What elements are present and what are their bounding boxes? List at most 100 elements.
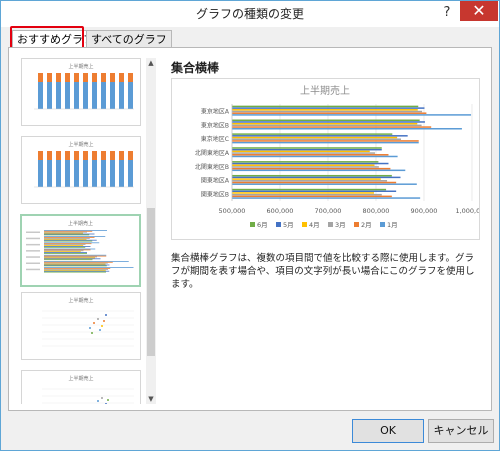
- legend-swatch: [354, 222, 359, 227]
- bar: [232, 164, 375, 166]
- bar: [232, 178, 381, 180]
- thumb-bar: [44, 254, 107, 256]
- thumb-bar-bottom: [83, 160, 88, 187]
- thumb-bar-top: [38, 73, 43, 82]
- thumb-bar-bottom: [65, 160, 70, 187]
- thumb-bar: [44, 261, 113, 263]
- chart-thumbnail-scatter-2[interactable]: 上半期売上: [21, 370, 141, 404]
- bar: [232, 154, 389, 156]
- thumb-bar-bottom: [38, 82, 43, 109]
- thumb-bar: [44, 239, 97, 241]
- thumb-bar-top: [74, 151, 79, 160]
- chart-thumbnail-stacked-column[interactable]: 上半期売上: [21, 58, 141, 126]
- thumb-bar: [44, 269, 106, 271]
- category-label: 東京地区A: [201, 107, 230, 115]
- bar: [232, 119, 420, 122]
- bar: [232, 180, 388, 182]
- thumb-point: [97, 400, 99, 402]
- cancel-button[interactable]: キャンセル: [428, 419, 494, 443]
- thumb-point: [91, 332, 93, 334]
- thumb-point: [99, 329, 101, 331]
- bar: [232, 176, 401, 179]
- bar: [232, 128, 462, 130]
- bar: [232, 110, 423, 113]
- thumb-bar: [44, 265, 107, 267]
- bar: [232, 126, 432, 128]
- thumb-bar-bottom: [110, 160, 115, 187]
- bar: [232, 112, 427, 114]
- thumb-bar-top: [47, 151, 52, 160]
- chart-type-description: 集合横棒グラフは、複数の項目間で値を比較する際に使用します。グラフが期間を表す場…: [171, 253, 475, 290]
- bar: [232, 195, 392, 198]
- category-label: 東京地区B: [201, 121, 229, 129]
- chart-type-name: 集合横棒: [171, 61, 220, 75]
- ok-button[interactable]: OK: [352, 419, 424, 443]
- legend-label: 6月: [257, 221, 268, 229]
- thumb-bar: [44, 238, 87, 240]
- thumb-bar-bottom: [92, 82, 97, 109]
- thumb-bar: [44, 232, 83, 234]
- thumb-bar-top: [110, 151, 115, 160]
- thumb-bar: [44, 253, 87, 254]
- thumb-bar: [44, 261, 129, 262]
- bar: [232, 150, 370, 153]
- help-icon[interactable]: ?: [437, 2, 457, 24]
- bar: [232, 166, 379, 168]
- legend-swatch: [250, 222, 255, 227]
- thumb-bar: [44, 245, 84, 246]
- thumb-bar-bottom: [38, 160, 43, 187]
- thumb-bar: [44, 231, 87, 233]
- thumb-bar: [44, 258, 101, 260]
- bar: [232, 121, 425, 123]
- bar: [232, 114, 472, 116]
- thumb-bar: [44, 246, 86, 248]
- clustered-bar-chart: 上半期売上 500,000 600,000 700,000 800,000 900,000…: [195, 84, 489, 229]
- thumb-bar: [44, 246, 91, 247]
- bar: [232, 152, 376, 154]
- thumb-point: [93, 322, 95, 324]
- chart-thumbnail-clustered-bar[interactable]: 上半期売上: [20, 214, 141, 287]
- thumb-bar: [44, 233, 95, 235]
- bar: [232, 147, 382, 149]
- bar: [232, 162, 389, 165]
- close-button[interactable]: ✕: [460, 1, 498, 21]
- thumb-point: [103, 320, 105, 322]
- thumb-bar: [44, 250, 84, 252]
- thumbnail-scrollbar[interactable]: ▲ ▼: [146, 58, 156, 404]
- bar: [232, 109, 418, 111]
- thumb-bar-bottom: [56, 160, 61, 187]
- legend-swatch: [328, 222, 333, 227]
- legend-label: 2月: [361, 221, 372, 229]
- thumb-bar-bottom: [47, 82, 52, 109]
- category-label: 北関東地区B: [195, 163, 229, 171]
- thumb-point: [89, 327, 91, 329]
- bar: [232, 133, 393, 135]
- scrollbar-thumb[interactable]: [147, 208, 155, 356]
- thumb-bar-top: [83, 151, 88, 160]
- scroll-down-arrow-icon[interactable]: ▼: [146, 394, 156, 404]
- thumb-bar: [44, 249, 91, 251]
- category-label: 関東地区A: [201, 177, 230, 185]
- bar: [232, 136, 398, 139]
- thumb-bar: [44, 237, 95, 238]
- bar: [232, 181, 397, 184]
- chart-thumbnail-stacked-column-2[interactable]: 上半期売上: [21, 136, 141, 204]
- thumb-bar: [44, 267, 134, 268]
- thumb-bar-bottom: [83, 82, 88, 109]
- thumb-bar: [44, 230, 93, 232]
- thumb-bar-top: [74, 73, 79, 82]
- chart-preview: 上半期売上 500,000 600,000 700,000 800,000 900,000…: [171, 78, 489, 240]
- chart-thumbnail-scatter[interactable]: 上半期売上: [21, 292, 141, 360]
- thumb-bar: [44, 240, 93, 242]
- thumb-bar-bottom: [92, 160, 97, 187]
- category-label: 関東地区B: [201, 191, 229, 199]
- thumb-bar-top: [119, 73, 124, 82]
- thumb-bar-bottom: [128, 82, 133, 109]
- bar: [232, 107, 425, 109]
- thumb-bar-top: [83, 73, 88, 82]
- scroll-up-arrow-icon[interactable]: ▲: [146, 58, 156, 68]
- bar: [232, 167, 391, 170]
- clustered-bar-preview: [26, 230, 134, 273]
- thumb-point: [101, 397, 103, 399]
- bar: [232, 135, 408, 137]
